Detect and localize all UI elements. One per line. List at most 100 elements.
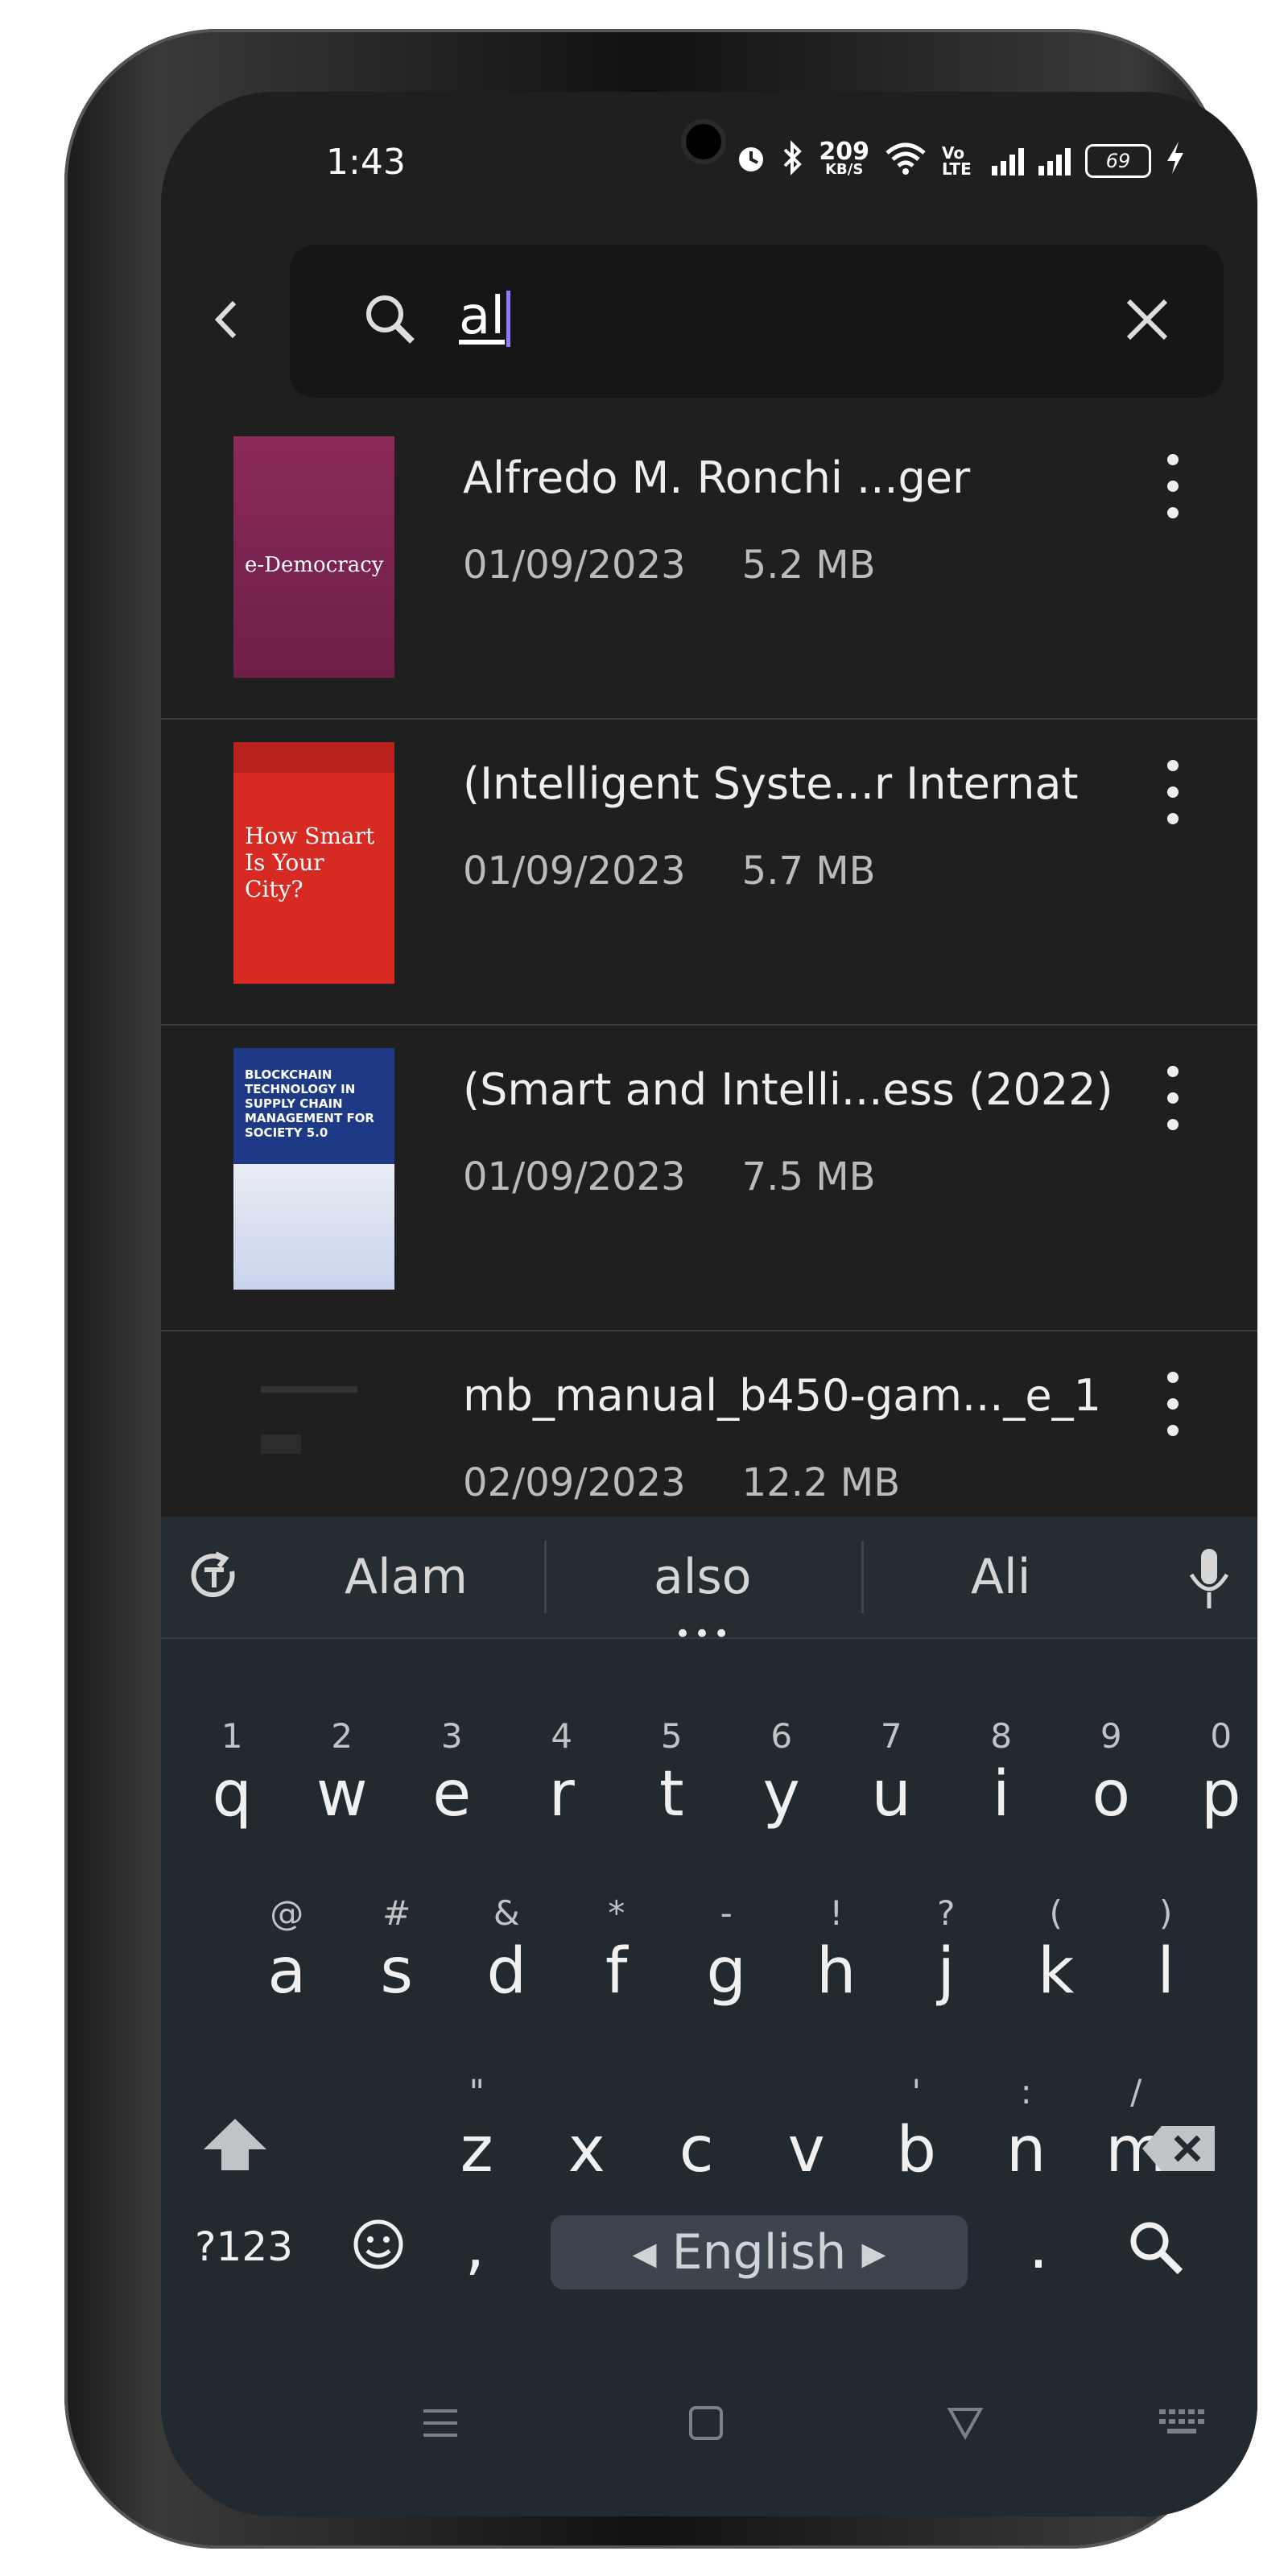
key-h[interactable]: ! h <box>782 1893 892 2008</box>
search-box[interactable]: al <box>290 245 1224 398</box>
key-x[interactable]: x <box>532 2114 642 2186</box>
key-hint: 4 <box>551 1716 573 1756</box>
key-i[interactable]: 8i <box>947 1716 1057 1831</box>
key-hint: 9 <box>1100 1716 1122 1756</box>
clear-search-button[interactable] <box>1119 291 1175 348</box>
phone-frame: 1:43 209 KB/S Vo LTE 69 al e-Democracy A… <box>64 29 1257 2549</box>
space-bar[interactable]: ◂ English ▸ <box>551 2215 968 2289</box>
key-hint: 2 <box>331 1716 353 1756</box>
symbols-key[interactable]: ?123 <box>184 2223 304 2270</box>
key-label: i <box>992 1758 1010 1831</box>
search-input[interactable]: al <box>459 287 510 348</box>
key-u[interactable]: 7u <box>836 1716 947 1831</box>
key-hint: 5 <box>660 1716 683 1756</box>
more-options-icon[interactable] <box>1161 1372 1185 1436</box>
menu-nav-icon[interactable] <box>420 2402 460 2454</box>
key-j[interactable]: ? j <box>891 1893 1001 2008</box>
file-meta: 01/09/2023 7.5 MB <box>463 1154 876 1199</box>
key-label: r <box>548 1758 575 1831</box>
list-item[interactable]: e-Democracy Alfredo M. Ronchi ...ger 01/… <box>161 414 1257 720</box>
signal-icon-1 <box>992 147 1024 175</box>
front-camera <box>686 124 721 159</box>
file-title: (Smart and Intelli...ess (2022) <box>463 1064 1113 1115</box>
suggestion-2[interactable]: also <box>654 1549 751 1605</box>
key-o[interactable]: 9o <box>1056 1716 1166 1831</box>
key-w[interactable]: 2w <box>287 1716 398 1831</box>
key-r[interactable]: 4r <box>507 1716 617 1831</box>
more-options-icon[interactable] <box>1161 454 1185 518</box>
home-nav-icon[interactable] <box>686 2402 726 2454</box>
back-nav-icon[interactable] <box>945 2402 985 2454</box>
key-n[interactable]: :n <box>972 2072 1082 2186</box>
key-y[interactable]: 6y <box>727 1716 837 1831</box>
key-s[interactable]: # s <box>342 1893 452 2008</box>
backspace-key[interactable] <box>1135 2117 1224 2190</box>
key-label: z <box>460 2114 493 2186</box>
file-title: Alfredo M. Ronchi ...ger <box>463 452 971 503</box>
emoji-icon <box>353 2219 403 2269</box>
list-item[interactable]: How Smart Is Your City? (Intelligent Sys… <box>161 720 1257 1026</box>
status-time: 1:43 <box>326 142 406 183</box>
key-k[interactable]: (k <box>1001 1893 1112 2008</box>
period-key[interactable]: . <box>1014 2211 1063 2283</box>
key-label: q <box>212 1758 252 1831</box>
key-label: a <box>267 1935 307 2008</box>
key-hint: ? <box>937 1893 956 1933</box>
key-b[interactable]: ' b <box>861 2072 972 2186</box>
battery-icon: 69 <box>1085 143 1151 178</box>
key-label: g <box>706 1935 746 2008</box>
key-f[interactable]: * f <box>562 1893 672 2008</box>
search-icon <box>362 291 415 348</box>
key-p[interactable]: 0p <box>1166 1716 1258 1831</box>
key-z[interactable]: " z <box>422 2072 532 2186</box>
key-hint: 6 <box>770 1716 793 1756</box>
emoji-key[interactable] <box>346 2215 411 2289</box>
book-cover: BLOCKCHAIN TECHNOLOGY IN SUPPLY CHAIN MA… <box>233 1048 394 1290</box>
comma-key[interactable]: , <box>451 2211 499 2283</box>
key-label: p <box>1200 1758 1241 1831</box>
file-meta: 02/09/2023 12.2 MB <box>463 1460 901 1505</box>
key-label: c <box>679 2114 714 2186</box>
key-q[interactable]: 1q <box>177 1716 287 1831</box>
key-label: e <box>432 1758 472 1831</box>
file-title: (Intelligent Syste...r Internat <box>463 758 1079 809</box>
file-list: e-Democracy Alfredo M. Ronchi ...ger 01/… <box>161 414 1257 1636</box>
key-c[interactable]: c <box>642 2114 752 2186</box>
key-label: b <box>896 2114 936 2186</box>
back-button[interactable] <box>205 291 254 348</box>
screen: 1:43 209 KB/S Vo LTE 69 al e-Democracy A… <box>161 92 1257 2516</box>
key-l[interactable]: ) l <box>1111 1893 1221 2008</box>
key-hint: * <box>608 1893 625 1933</box>
microphone-icon[interactable] <box>1185 1542 1233 1615</box>
key-hint: 3 <box>440 1716 463 1756</box>
key-hint: ! <box>829 1893 844 1933</box>
signal-icon-2 <box>1038 147 1071 175</box>
suggestion-3[interactable]: Ali <box>971 1549 1030 1605</box>
key-label: t <box>658 1758 684 1831</box>
key-v[interactable]: v <box>752 2114 862 2186</box>
key-hint: 0 <box>1210 1716 1232 1756</box>
suggestion-bar: Alam also ••• Ali <box>161 1517 1257 1650</box>
key-d[interactable]: & d <box>452 1893 562 2008</box>
key-a[interactable]: @ a <box>232 1893 342 2008</box>
key-hint: 1 <box>221 1716 243 1756</box>
text-tools-icon[interactable] <box>185 1547 243 1605</box>
key-g[interactable]: -g <box>671 1893 782 2008</box>
status-icons: 209 KB/S Vo LTE 69 <box>735 137 1185 181</box>
net-speed: 209 KB/S <box>819 137 869 178</box>
key-t[interactable]: 5t <box>617 1716 727 1831</box>
key-e[interactable]: 3e <box>397 1716 507 1831</box>
shift-key[interactable] <box>195 2112 275 2192</box>
suggestion-1[interactable]: Alam <box>345 1549 468 1605</box>
list-item[interactable]: BLOCKCHAIN TECHNOLOGY IN SUPPLY CHAIN MA… <box>161 1026 1257 1331</box>
file-title: mb_manual_b450-gam..._e_1 <box>463 1370 1101 1421</box>
key-hint: ( <box>1049 1893 1063 1933</box>
more-options-icon[interactable] <box>1161 760 1185 824</box>
key-hint: @ <box>270 1893 304 1933</box>
status-bar: 1:43 209 KB/S Vo LTE 69 <box>161 92 1257 237</box>
more-options-icon[interactable] <box>1161 1066 1185 1130</box>
keyboard-hide-icon[interactable] <box>1156 2402 1208 2454</box>
search-key[interactable] <box>1116 2215 1196 2295</box>
more-suggestions-icon[interactable]: ••• <box>675 1618 733 1650</box>
key-label: n <box>1006 2114 1046 2186</box>
